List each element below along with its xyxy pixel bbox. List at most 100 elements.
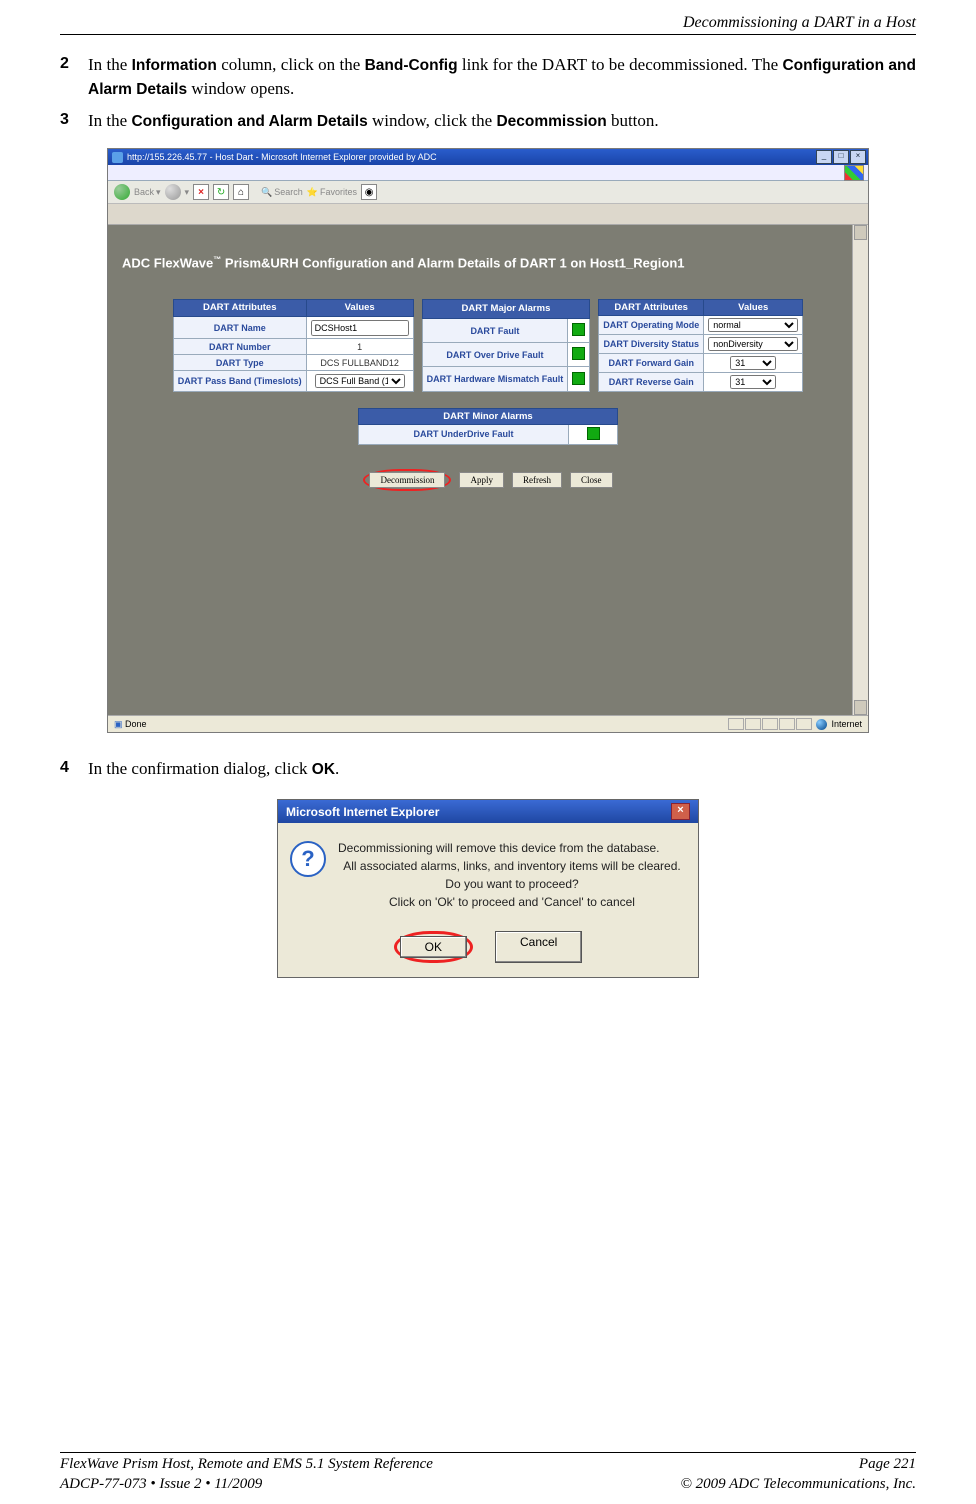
search-button[interactable]: 🔍 Search (261, 187, 303, 198)
bold: Information (132, 57, 217, 74)
close-button[interactable]: × (850, 150, 866, 164)
text: . (335, 759, 339, 778)
dialog-message: Decommissioning will remove this device … (338, 837, 686, 913)
footer-title: FlexWave Prism Host, Remote and EMS 5.1 … (60, 1455, 433, 1475)
page-heading: ADC FlexWave™ Prism&URH Configuration an… (122, 255, 854, 270)
dialog-line: Decommissioning will remove this device … (338, 841, 686, 855)
col-header: DART Major Alarms (422, 299, 590, 318)
favorites-button[interactable]: ⭐ Favorites (307, 187, 357, 198)
alarm-label: DART UnderDrive Fault (359, 424, 569, 444)
attr-label: DART Pass Band (Timeslots) (173, 371, 306, 391)
text: button. (607, 111, 659, 130)
diversity-select[interactable]: nonDiversity (704, 334, 803, 353)
alarm-label: DART Fault (422, 319, 568, 343)
col-header: DART Minor Alarms (359, 408, 618, 424)
attr-label: DART Operating Mode (599, 315, 704, 334)
cancel-button[interactable]: Cancel (495, 931, 582, 963)
step-4: 4 In the confirmation dialog, click OK. (60, 757, 916, 781)
footer-page: Page 221 (859, 1455, 916, 1475)
text: window, click the (368, 111, 497, 130)
step-3-text: In the Configuration and Alarm Details w… (88, 109, 916, 133)
stop-icon[interactable]: × (193, 184, 209, 200)
media-icon[interactable]: ◉ (361, 184, 377, 200)
windows-flag-icon (844, 165, 864, 181)
text: In the (88, 55, 132, 74)
apply-button[interactable]: Apply (459, 472, 504, 488)
attr-label: DART Name (173, 316, 306, 338)
content-area: ADC FlexWave™ Prism&URH Configuration an… (108, 225, 868, 715)
vertical-scrollbar[interactable] (852, 225, 868, 715)
dialog-line: Click on 'Ok' to proceed and 'Cancel' to… (338, 895, 686, 909)
dart-minor-alarms-table: DART Minor Alarms DART UnderDrive Fault (358, 408, 618, 445)
dart-major-alarms-table: DART Major Alarms DART Fault DART Over D… (422, 299, 591, 392)
question-icon: ? (290, 841, 326, 877)
screenshot-confirmation-dialog: Microsoft Internet Explorer × ? Decommis… (277, 799, 699, 978)
dialog-buttons: OK Cancel (278, 925, 698, 977)
header-rule (60, 34, 916, 35)
status-ok-icon (572, 372, 585, 385)
attr-value: 1 (306, 339, 413, 355)
text: In the confirmation dialog, click (88, 759, 312, 778)
forward-icon[interactable] (165, 184, 181, 200)
reverse-gain-select[interactable]: 31 (704, 372, 803, 391)
step-4-text: In the confirmation dialog, click OK. (88, 757, 916, 781)
home-icon[interactable]: ⌂ (233, 184, 249, 200)
dialog-line: All associated alarms, links, and invent… (338, 859, 686, 873)
pass-band-select[interactable]: DCS Full Band (12) (306, 371, 413, 391)
red-highlight-circle: Decommission (363, 469, 451, 491)
status-text: Done (125, 719, 147, 729)
forward-gain-select[interactable]: 31 (704, 353, 803, 372)
bold: Decommission (496, 113, 606, 130)
text: column, click on the (217, 55, 365, 74)
attr-label: DART Number (173, 339, 306, 355)
dialog-line: Do you want to proceed? (338, 877, 686, 891)
address-toolbar (108, 204, 868, 225)
dart-attributes-right-table: DART AttributesValues DART Operating Mod… (598, 299, 803, 392)
red-highlight-circle: OK (394, 931, 473, 963)
text: link for the DART to be decommissioned. … (458, 55, 783, 74)
col-header: Values (704, 299, 803, 315)
col-header: DART Attributes (599, 299, 704, 315)
ie-icon (112, 152, 123, 163)
operating-mode-select[interactable]: normal (704, 315, 803, 334)
dart-attributes-table: DART AttributesValues DART Name DART Num… (173, 299, 414, 392)
status-ok-icon (587, 427, 600, 440)
statusbar: ▣ Done Internet (108, 715, 868, 732)
text: In the (88, 111, 131, 130)
attr-label: DART Forward Gain (599, 353, 704, 372)
window-titlebar: http://155.226.45.77 - Host Dart - Micro… (108, 149, 868, 165)
bold: Band-Config (365, 57, 458, 74)
status-ok-icon (572, 347, 585, 360)
window-title: http://155.226.45.77 - Host Dart - Micro… (127, 152, 437, 162)
dart-name-input[interactable] (306, 316, 413, 338)
dialog-titlebar: Microsoft Internet Explorer × (278, 800, 698, 823)
menubar (108, 165, 868, 181)
decommission-button[interactable]: Decommission (369, 472, 445, 488)
attr-label: DART Diversity Status (599, 334, 704, 353)
col-header: DART Attributes (173, 299, 306, 316)
back-button[interactable]: Back ▾ (134, 187, 161, 198)
internet-zone-icon (816, 719, 827, 730)
step-2-text: In the Information column, click on the … (88, 53, 916, 101)
page-footer: FlexWave Prism Host, Remote and EMS 5.1 … (60, 1445, 916, 1495)
alarm-label: DART Over Drive Fault (422, 343, 568, 367)
maximize-button[interactable]: □ (833, 150, 849, 164)
step-3: 3 In the Configuration and Alarm Details… (60, 109, 916, 133)
dialog-close-button[interactable]: × (671, 803, 690, 820)
footer-copyright: © 2009 ADC Telecommunications, Inc. (680, 1475, 916, 1495)
bold: Configuration and Alarm Details (131, 113, 367, 130)
attr-value: DCS FULLBAND12 (306, 355, 413, 371)
refresh-icon[interactable]: ↻ (213, 184, 229, 200)
attr-label: DART Reverse Gain (599, 372, 704, 391)
running-header: Decommissioning a DART in a Host (60, 14, 916, 34)
step-3-number: 3 (60, 109, 88, 133)
close-button-page[interactable]: Close (570, 472, 613, 488)
ok-button[interactable]: OK (400, 936, 467, 958)
step-2-number: 2 (60, 53, 88, 101)
status-ok-icon (572, 323, 585, 336)
step-4-number: 4 (60, 757, 88, 781)
button-row: Decommission Apply Refresh Close (122, 469, 854, 491)
minimize-button[interactable]: _ (816, 150, 832, 164)
back-icon[interactable] (114, 184, 130, 200)
refresh-button[interactable]: Refresh (512, 472, 562, 488)
